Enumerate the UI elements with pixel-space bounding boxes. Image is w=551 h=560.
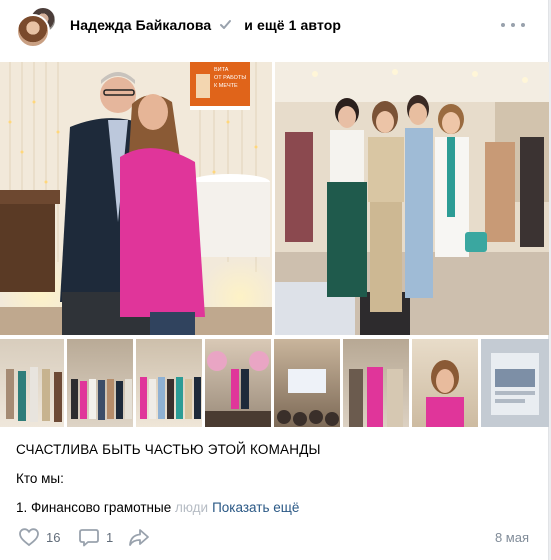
post-text-line-1: Кто мы: [16,471,64,486]
thumbnail-1-scene [6,367,62,422]
more-horizontal-icon[interactable] [501,17,525,33]
photo-2-scene [275,62,549,335]
like-button[interactable]: 16 [18,526,60,548]
share-arrow-icon [129,529,149,546]
comment-button[interactable]: 1 [78,526,113,548]
thumbnail-8-scene [491,353,539,415]
post-card: Надежда Байкалова и ещё 1 автор ВИТА ОТ … [0,0,549,560]
thumbnail-3[interactable] [136,339,202,427]
coauthor-link[interactable]: и ещё 1 автор [244,17,341,33]
post-text-faded: люди [174,500,209,515]
photo-1[interactable]: ВИТА ОТ РАБОТЫ К МЕЧТЕ [0,62,272,335]
thumbnail-2-scene [71,379,132,420]
post-actions: 16 1 8 мая [0,524,549,550]
author-name[interactable]: Надежда Байкалова [70,17,211,33]
thumbnail-5-scene [277,369,339,426]
thumbnail-4[interactable] [205,339,271,427]
share-button[interactable] [128,526,150,548]
post-text-visible: 1. Финансово грамотные [16,500,175,515]
thumbnail-5[interactable] [274,339,340,427]
post-date[interactable]: 8 мая [495,530,529,545]
heart-icon [19,528,39,547]
thumbnail-7-scene [426,360,464,427]
post-header: Надежда Байкалова и ещё 1 автор [0,0,549,58]
thumbnail-2[interactable] [67,339,133,427]
thumbnail-4-scene [205,351,271,427]
thumbnail-6[interactable] [343,339,409,427]
thumbnail-7[interactable] [412,339,478,427]
thumbnail-6-scene [349,367,403,427]
comment-icon [79,529,99,547]
author-avatar[interactable] [16,14,50,48]
like-count: 16 [46,529,61,545]
book-cover-title: ВИТА [214,67,229,73]
thumbnail-8[interactable] [481,339,549,427]
thumbnail-1[interactable] [0,339,64,427]
thumbnail-3-scene [140,377,201,419]
author-avatars[interactable] [16,6,60,48]
show-more-link[interactable]: Показать ещё [212,500,299,515]
photo-2[interactable] [275,62,549,335]
photo-1-scene: ВИТА ОТ РАБОТЫ К МЕЧТЕ [0,62,272,335]
post-text-line-2: 1. Финансово грамотные люди Показать ещё [16,500,299,515]
book-cover-line3: К МЕЧТЕ [214,83,238,89]
comment-count: 1 [106,529,114,545]
book-cover-line2: ОТ РАБОТЫ [214,75,246,81]
author-line: Надежда Байкалова и ещё 1 автор [70,17,341,33]
verified-check-icon [220,20,232,30]
post-title: СЧАСТЛИВА БЫТЬ ЧАСТЬЮ ЭТОЙ КОМАНДЫ [16,442,321,457]
